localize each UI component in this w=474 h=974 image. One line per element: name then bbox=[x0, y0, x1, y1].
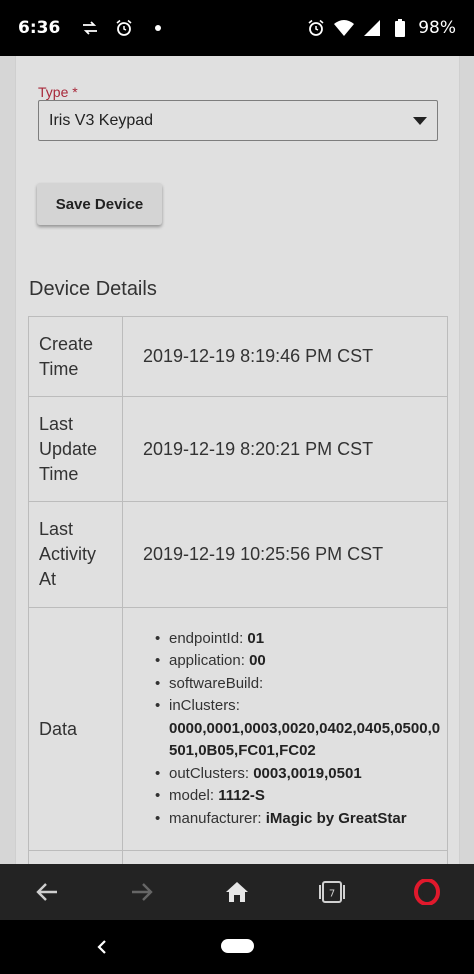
table-row: Data endpointId: 01 application: 00 soft… bbox=[28, 607, 448, 851]
dropdown-caret-icon bbox=[413, 117, 427, 125]
save-device-button[interactable]: Save Device bbox=[37, 183, 162, 225]
row-key: Create Time bbox=[28, 316, 123, 397]
browser-nav-bar: 7 bbox=[0, 864, 474, 920]
arrow-left-icon bbox=[36, 883, 58, 901]
status-bar: 6:36 98% bbox=[0, 0, 474, 56]
list-item: manufacturer: iMagic by GreatStar bbox=[155, 808, 441, 831]
row-value: 2019-12-19 10:25:56 PM CST bbox=[122, 501, 448, 608]
list-item: inClusters: 0000,0001,0003,0020,0402,040… bbox=[155, 695, 441, 763]
home-gesture-pill[interactable] bbox=[221, 939, 254, 953]
device-details-title: Device Details bbox=[29, 278, 157, 300]
table-row bbox=[28, 850, 448, 864]
device-data-list: endpointId: 01 application: 00 softwareB… bbox=[123, 628, 447, 831]
alarm-clock-icon bbox=[114, 18, 134, 38]
sync-arrows-icon bbox=[80, 18, 100, 38]
list-item: endpointId: 01 bbox=[155, 628, 441, 651]
type-select-value: Iris V3 Keypad bbox=[49, 111, 154, 129]
row-key: Data bbox=[28, 607, 123, 851]
list-item: model: 1112-S bbox=[155, 785, 441, 808]
chevron-left-icon bbox=[97, 940, 106, 954]
row-value: 2019-12-19 8:19:46 PM CST bbox=[122, 316, 448, 397]
list-item: application: 00 bbox=[155, 650, 441, 673]
battery-icon bbox=[390, 18, 410, 38]
row-value: 2019-12-19 8:20:21 PM CST bbox=[122, 396, 448, 502]
row-key: Last Update Time bbox=[28, 396, 123, 502]
opera-logo-icon bbox=[413, 879, 440, 905]
back-button[interactable] bbox=[17, 864, 77, 920]
table-row: Last Activity At 2019-12-19 10:25:56 PM … bbox=[28, 501, 448, 608]
tab-count: 7 bbox=[329, 889, 335, 900]
status-time: 6:36 bbox=[18, 18, 61, 38]
page-content: Type * Iris V3 Keypad Save Device Device… bbox=[0, 56, 474, 864]
wifi-icon bbox=[334, 18, 355, 38]
table-row: Create Time 2019-12-19 8:19:46 PM CST bbox=[28, 316, 448, 397]
type-field-label: Type * bbox=[38, 84, 78, 100]
tabs-button[interactable]: 7 bbox=[302, 864, 362, 920]
arrow-right-icon bbox=[132, 883, 153, 901]
device-details-table: Create Time 2019-12-19 8:19:46 PM CST La… bbox=[28, 316, 448, 864]
battery-percent: 98% bbox=[418, 18, 456, 38]
device-card: Type * Iris V3 Keypad Save Device Device… bbox=[15, 56, 460, 864]
opera-menu-button[interactable] bbox=[397, 864, 457, 920]
row-key: Last Activity At bbox=[28, 501, 123, 608]
system-back-button[interactable] bbox=[92, 935, 112, 959]
alarm-clock-icon bbox=[306, 18, 326, 38]
list-item: outClusters: 0003,0019,0501 bbox=[155, 763, 441, 786]
cell-signal-icon bbox=[362, 18, 382, 38]
system-nav-bar bbox=[0, 920, 474, 974]
table-row: Last Update Time 2019-12-19 8:20:21 PM C… bbox=[28, 396, 448, 502]
list-item: softwareBuild: bbox=[155, 673, 441, 696]
tabs-icon: 7 bbox=[318, 881, 345, 903]
forward-button[interactable] bbox=[112, 864, 172, 920]
type-select[interactable]: Iris V3 Keypad bbox=[38, 100, 438, 141]
notification-dot-icon bbox=[148, 18, 168, 38]
home-icon bbox=[225, 882, 248, 902]
row-value: endpointId: 01 application: 00 softwareB… bbox=[122, 607, 448, 851]
home-button[interactable] bbox=[207, 864, 267, 920]
